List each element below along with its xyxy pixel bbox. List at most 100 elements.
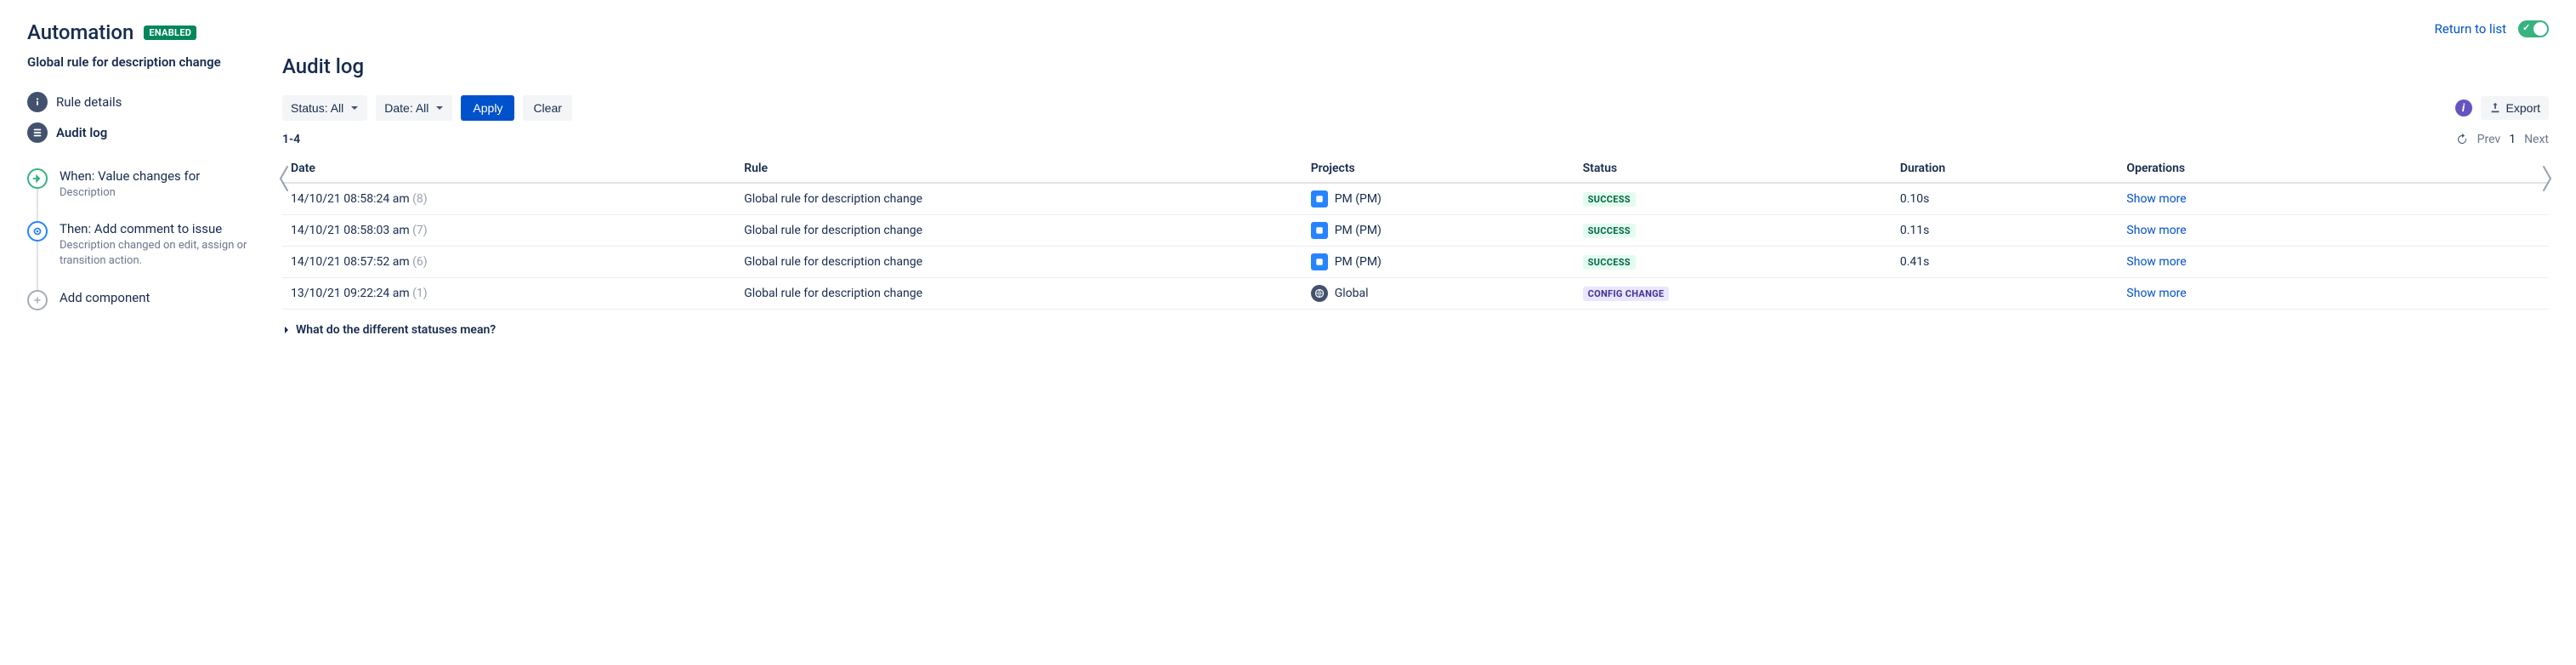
date-value: 14/10/21 08:57:52 am	[291, 255, 410, 269]
show-more-link[interactable]: Show more	[2126, 287, 2186, 300]
col-date[interactable]: Date	[282, 155, 735, 183]
table-row: 13/10/21 09:22:24 am (1)Global rule for …	[282, 278, 2549, 310]
nav-audit-log-label: Audit log	[56, 125, 107, 140]
status-badge: SUCCESS	[1583, 224, 1636, 238]
table-row: 14/10/21 08:57:52 am (6) Global rule for …	[282, 247, 2549, 278]
table-row: 14/10/21 08:58:03 am (7)Global rule for …	[282, 215, 2549, 247]
project-name: PM (PM)	[1335, 224, 1382, 237]
status-filter[interactable]: Status: All	[282, 95, 367, 121]
date-value: 13/10/21 09:22:24 am	[291, 287, 410, 300]
cell-status: SUCCESS	[1575, 183, 1892, 215]
plus-icon	[27, 290, 48, 310]
flow-trigger-sub: Description	[60, 185, 248, 201]
status-badge: SUCCESS	[1583, 192, 1636, 207]
pager: Prev 1 Next	[2455, 133, 2549, 146]
cell-project: PM (PM)	[1302, 247, 1575, 278]
list-icon	[27, 122, 48, 143]
cell-project: Global	[1302, 278, 1575, 310]
col-projects[interactable]: Projects	[1302, 155, 1575, 183]
action-icon	[27, 221, 48, 242]
date-count: (6)	[412, 255, 428, 269]
cell-duration	[1892, 278, 2119, 310]
project-icon	[1311, 190, 1328, 207]
col-rule[interactable]: Rule	[735, 155, 1302, 183]
page-title: Automation	[27, 20, 133, 44]
show-more-link[interactable]: Show more	[2126, 224, 2186, 237]
cell-date: 13/10/21 09:22:24 am (1)	[282, 278, 735, 310]
rail-collapse-left[interactable]	[274, 162, 294, 196]
clear-button[interactable]: Clear	[523, 95, 571, 121]
cell-status: SUCCESS	[1575, 247, 1892, 278]
cell-operations: Show more	[2118, 215, 2549, 247]
flow-trigger-title: When: Value changes for	[60, 168, 248, 184]
date-count: (7)	[412, 224, 428, 237]
cell-operations: Show more	[2118, 247, 2549, 278]
date-value: 14/10/21 08:58:24 am	[291, 192, 410, 206]
cell-date: 14/10/21 08:58:03 am (7)	[282, 215, 735, 247]
cell-date: 14/10/21 08:58:24 am (8)	[282, 183, 735, 215]
project-name: PM (PM)	[1335, 255, 1382, 269]
date-count: (8)	[412, 192, 428, 206]
table-row: 14/10/21 08:58:24 am (8)Global rule for …	[282, 183, 2549, 215]
pager-next[interactable]: Next	[2524, 133, 2549, 146]
cell-duration: 0.41s	[1892, 247, 2119, 278]
sidebar: Automation ENABLED Global rule for descr…	[27, 20, 248, 337]
cell-rule: Global rule for description change	[735, 278, 1302, 310]
col-duration[interactable]: Duration	[1892, 155, 2119, 183]
info-icon	[27, 92, 48, 112]
enabled-badge: ENABLED	[144, 26, 196, 40]
section-title: Audit log	[282, 54, 2549, 78]
cell-project: PM (PM)	[1302, 183, 1575, 215]
date-count: (1)	[412, 287, 428, 300]
pager-page: 1	[2509, 133, 2516, 146]
cell-rule: Global rule for description change	[735, 215, 1302, 247]
chevron-right-icon	[282, 326, 291, 334]
rail-collapse-right[interactable]	[2537, 162, 2557, 196]
export-icon	[2489, 102, 2501, 114]
status-badge: SUCCESS	[1583, 255, 1636, 270]
trigger-icon	[27, 168, 48, 189]
flow-trigger[interactable]: When: Value changes for Description	[27, 168, 248, 201]
main-content: Audit log Status: All Date: All Apply Cl…	[282, 20, 2549, 337]
project-icon	[1311, 222, 1328, 239]
cell-status: SUCCESS	[1575, 215, 1892, 247]
date-filter[interactable]: Date: All	[376, 95, 452, 121]
col-operations[interactable]: Operations	[2118, 155, 2549, 183]
status-help-text: What do the different statuses mean?	[296, 323, 496, 337]
refresh-icon[interactable]	[2455, 133, 2469, 146]
info-help-icon[interactable]: i	[2455, 99, 2472, 117]
status-badge: CONFIG CHANGE	[1583, 287, 1670, 301]
nav-rule-details-label: Rule details	[56, 94, 122, 110]
export-button[interactable]: Export	[2481, 96, 2549, 120]
pager-prev[interactable]: Prev	[2477, 133, 2501, 146]
flow-add-component-label: Add component	[60, 290, 248, 305]
audit-table: Date Rule Projects Status Duration Opera…	[282, 155, 2549, 310]
date-value: 14/10/21 08:58:03 am	[291, 224, 410, 237]
flow-add-component[interactable]: Add component	[27, 290, 248, 305]
nav-audit-log[interactable]: Audit log	[27, 117, 248, 148]
project-icon	[1311, 253, 1328, 270]
show-more-link[interactable]: Show more	[2126, 255, 2186, 269]
rule-name: Global rule for description change	[27, 54, 248, 70]
cell-project: PM (PM)	[1302, 215, 1575, 247]
date-filter-label: Date: All	[384, 101, 428, 115]
result-range: 1-4	[282, 133, 300, 146]
col-status[interactable]: Status	[1575, 155, 1892, 183]
cell-status: CONFIG CHANGE	[1575, 278, 1892, 310]
rule-flow: When: Value changes for Description Then…	[27, 168, 248, 305]
show-more-link[interactable]: Show more	[2126, 192, 2186, 206]
chevron-down-icon	[435, 104, 444, 112]
nav-rule-details[interactable]: Rule details	[27, 87, 248, 117]
chevron-down-icon	[350, 104, 359, 112]
cell-duration: 0.10s	[1892, 183, 2119, 215]
flow-action[interactable]: Then: Add comment to issue Description c…	[27, 221, 248, 269]
flow-action-sub: Description changed on edit, assign or t…	[60, 238, 248, 269]
cell-rule: Global rule for description change	[735, 247, 1302, 278]
project-icon	[1311, 285, 1328, 302]
status-help-expand[interactable]: What do the different statuses mean?	[282, 323, 2549, 337]
project-name: Global	[1335, 287, 1369, 300]
apply-button[interactable]: Apply	[461, 95, 514, 121]
cell-operations: Show more	[2118, 278, 2549, 310]
export-label: Export	[2506, 101, 2540, 115]
cell-duration: 0.11s	[1892, 215, 2119, 247]
